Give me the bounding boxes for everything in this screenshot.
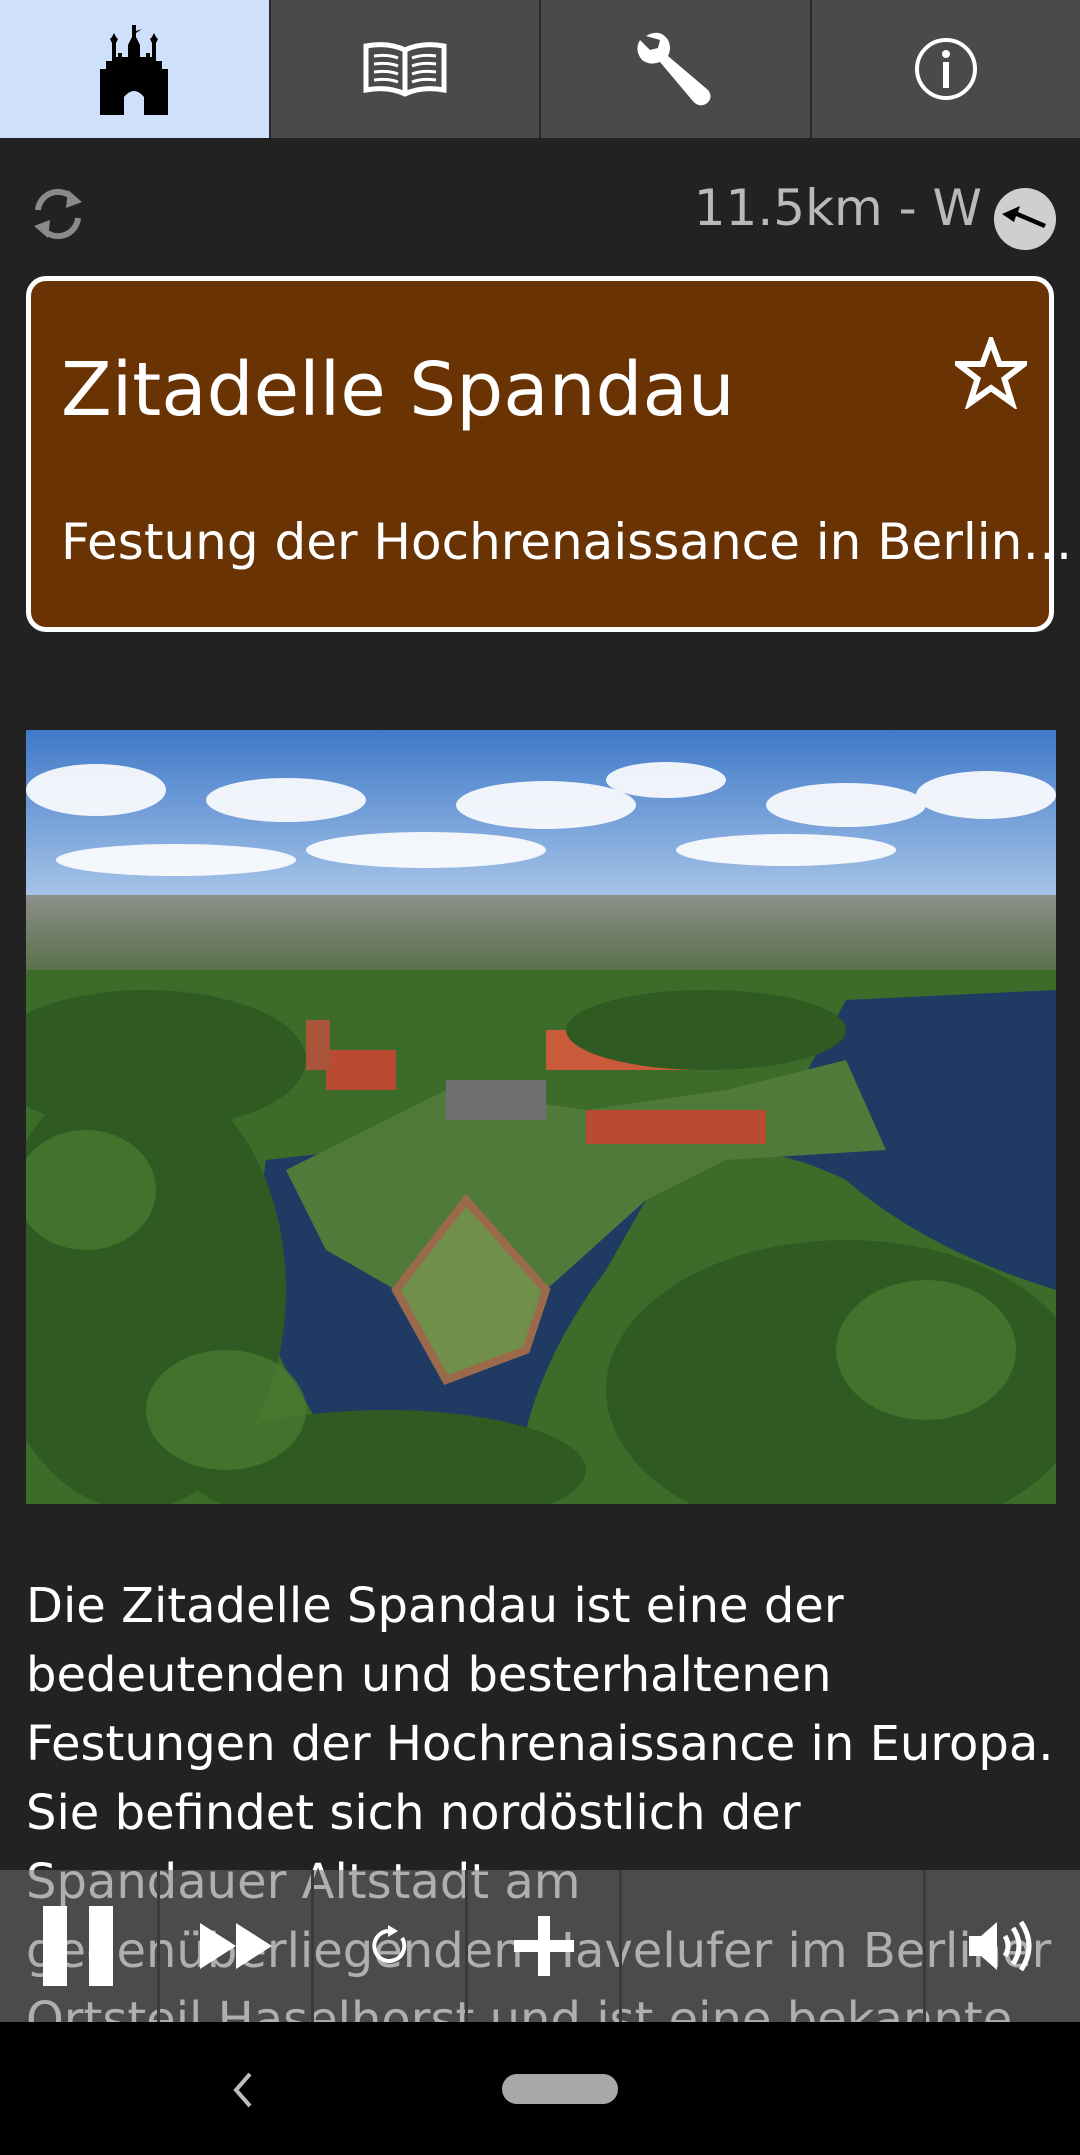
poi-subtitle: Festung der Hochrenaissance in Berlin… [61,513,1073,571]
replay-icon [371,1925,406,1963]
plus-icon [513,1916,574,1976]
distance-direction-label: 11.5km - W [693,179,982,237]
castle-icon [100,25,169,115]
location-status-row: 11.5km - W [0,170,1080,260]
pause-button[interactable] [0,1870,160,2022]
compass-arrow-icon [994,188,1056,250]
tab-info[interactable] [812,0,1080,138]
replay-button[interactable] [314,1870,468,2022]
poi-photo [26,730,1056,1504]
poi-title-card[interactable]: Zitadelle Spandau Festung der Hochrenais… [26,276,1072,632]
wrench-icon [637,32,711,106]
back-icon[interactable] [222,2068,262,2112]
add-button[interactable] [468,1870,622,2022]
book-icon [363,42,447,97]
tab-sights[interactable] [0,0,271,138]
fast-forward-icon [199,1923,272,1969]
star-icon[interactable] [955,337,1027,409]
volume-icon [969,1920,1032,1972]
tab-settings[interactable] [541,0,812,138]
home-pill[interactable] [502,2074,618,2104]
audio-player-bar [0,1870,1080,2022]
poi-title: Zitadelle Spandau [61,347,735,433]
info-icon [914,38,977,100]
system-navigation-bar [0,2022,1080,2155]
player-spacer [622,1870,926,2022]
top-tab-bar [0,0,1080,138]
fast-forward-button[interactable] [160,1870,314,2022]
volume-button[interactable] [926,1870,1080,2022]
pause-icon [42,1906,113,1986]
refresh-icon[interactable] [28,184,88,244]
tab-articles[interactable] [271,0,541,138]
